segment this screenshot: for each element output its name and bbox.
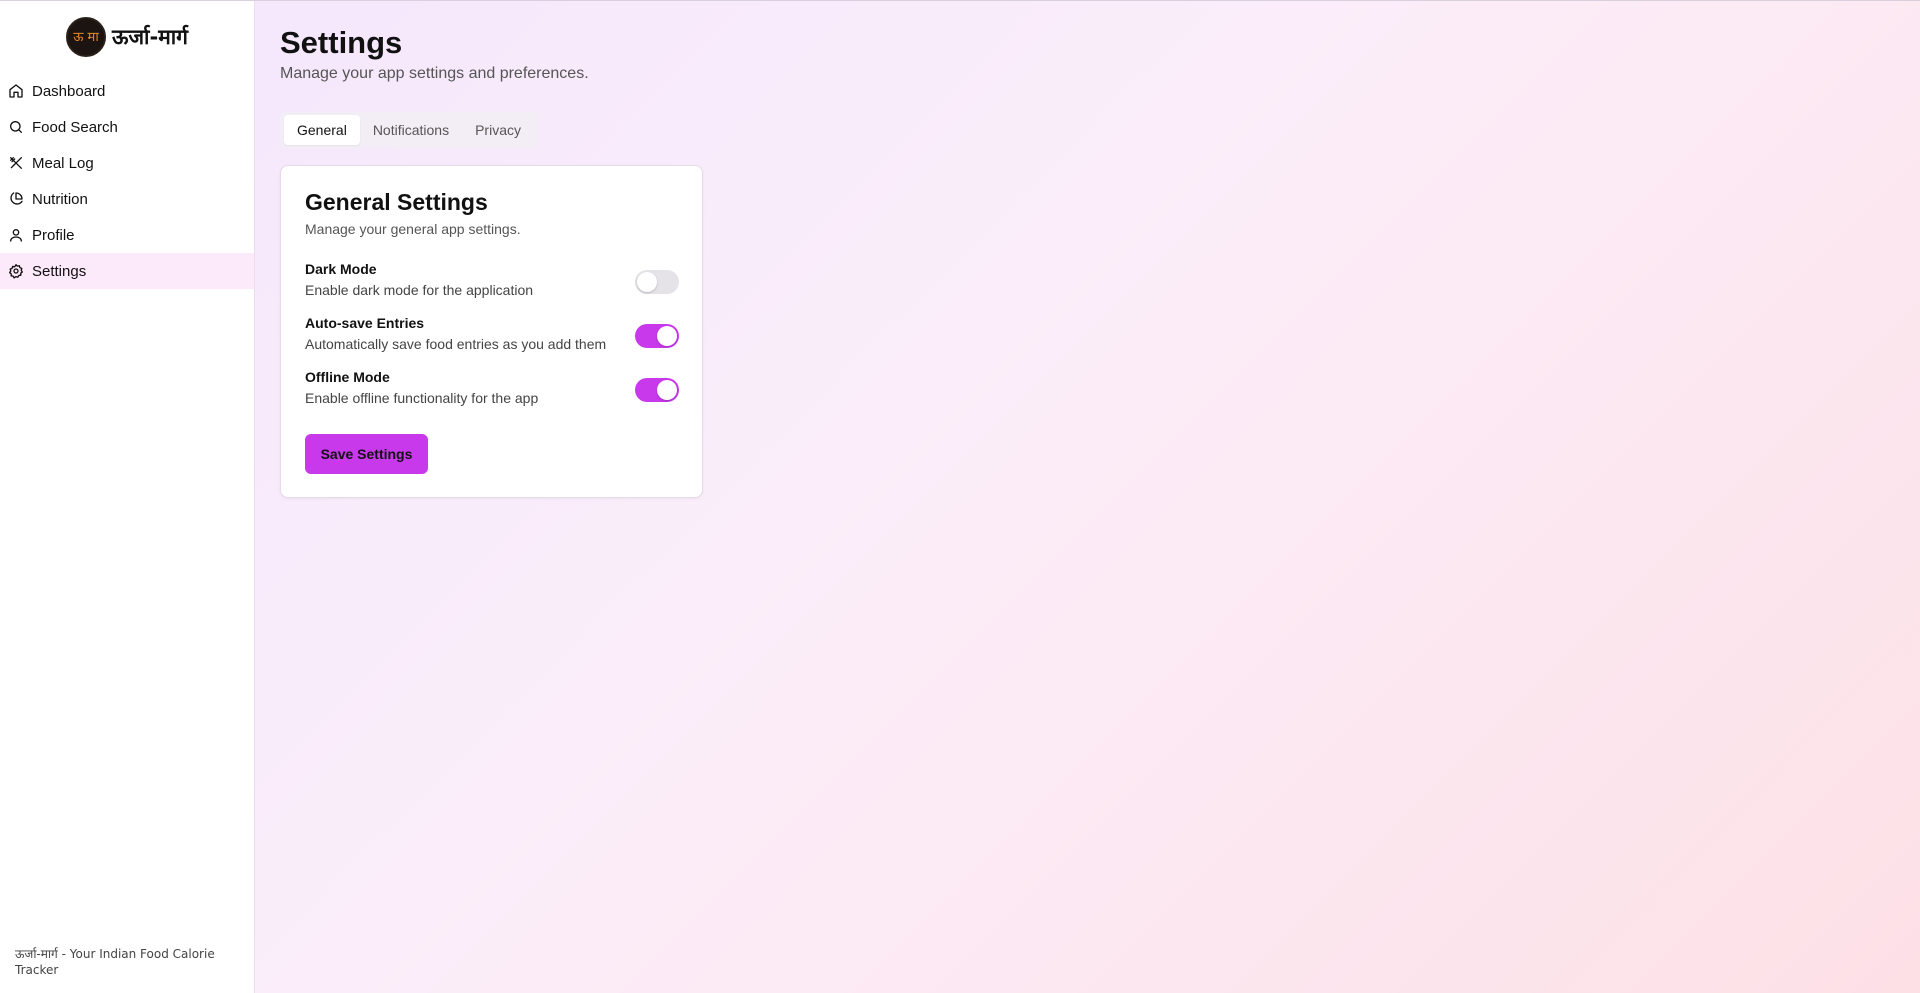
sidebar-item-nutrition[interactable]: Nutrition xyxy=(0,181,254,217)
dark-mode-toggle[interactable] xyxy=(635,270,679,294)
sidebar-footer: ऊर्जा-मार्ग - Your Indian Food Calorie T… xyxy=(15,947,215,977)
general-settings-card: General Settings Manage your general app… xyxy=(280,165,703,498)
sidebar-nav: Dashboard Food Search Meal Log Nutrition… xyxy=(0,73,254,289)
window-top-border xyxy=(0,0,1920,1)
sidebar-item-profile[interactable]: Profile xyxy=(0,217,254,253)
setting-description: Enable dark mode for the application xyxy=(305,282,534,298)
brand-logo: ऊ मा xyxy=(65,17,106,57)
setting-label: Dark Mode xyxy=(305,261,377,277)
setting-offline-mode: Offline Mode Enable offline functionalit… xyxy=(305,368,679,408)
setting-description: Enable offline functionality for the app xyxy=(305,390,539,406)
save-settings-button[interactable]: Save Settings xyxy=(305,434,428,474)
setting-label: Auto-save Entries xyxy=(305,315,425,331)
gear-icon xyxy=(8,263,24,279)
home-icon xyxy=(8,83,24,99)
sidebar-item-label: Profile xyxy=(32,226,75,244)
setting-description: Automatically save food entries as you a… xyxy=(305,336,607,352)
sidebar-item-label: Dashboard xyxy=(32,82,106,100)
utensils-icon xyxy=(8,155,24,171)
sidebar-item-label: Nutrition xyxy=(32,190,88,208)
tab-notifications[interactable]: Notifications xyxy=(360,115,462,145)
setting-dark-mode: Dark Mode Enable dark mode for the appli… xyxy=(305,260,679,300)
tab-general[interactable]: General xyxy=(284,115,360,145)
search-icon xyxy=(8,119,24,135)
card-subtitle: Manage your general app settings. xyxy=(305,221,521,237)
toggle-knob xyxy=(657,380,677,400)
card-title: General Settings xyxy=(305,189,488,215)
brand[interactable]: ऊ मा ऊर्जा-मार्ग xyxy=(0,1,254,73)
setting-auto-save: Auto-save Entries Automatically save foo… xyxy=(305,314,679,354)
sidebar-item-food-search[interactable]: Food Search xyxy=(0,109,254,145)
toggle-knob xyxy=(637,272,657,292)
user-icon xyxy=(8,227,24,243)
auto-save-toggle[interactable] xyxy=(635,324,679,348)
toggle-knob xyxy=(657,326,677,346)
main-content: Settings Manage your app settings and pr… xyxy=(280,24,703,498)
sidebar-item-label: Settings xyxy=(32,262,87,280)
page-title: Settings xyxy=(280,25,403,60)
settings-tabs: General Notifications Privacy xyxy=(280,112,538,148)
setting-label: Offline Mode xyxy=(305,369,390,385)
offline-mode-toggle[interactable] xyxy=(635,378,679,402)
sidebar-item-meal-log[interactable]: Meal Log xyxy=(0,145,254,181)
sidebar-item-label: Meal Log xyxy=(32,154,94,172)
page-subtitle: Manage your app settings and preferences… xyxy=(280,65,589,82)
brand-name: ऊर्जा-मार्ग xyxy=(111,25,189,49)
sidebar: ऊ मा ऊर्जा-मार्ग Dashboard Food Search M… xyxy=(0,1,255,993)
pie-chart-icon xyxy=(8,191,24,207)
sidebar-item-dashboard[interactable]: Dashboard xyxy=(0,73,254,109)
sidebar-item-label: Food Search xyxy=(32,118,118,136)
tab-privacy[interactable]: Privacy xyxy=(462,115,534,145)
sidebar-item-settings[interactable]: Settings xyxy=(0,253,254,289)
